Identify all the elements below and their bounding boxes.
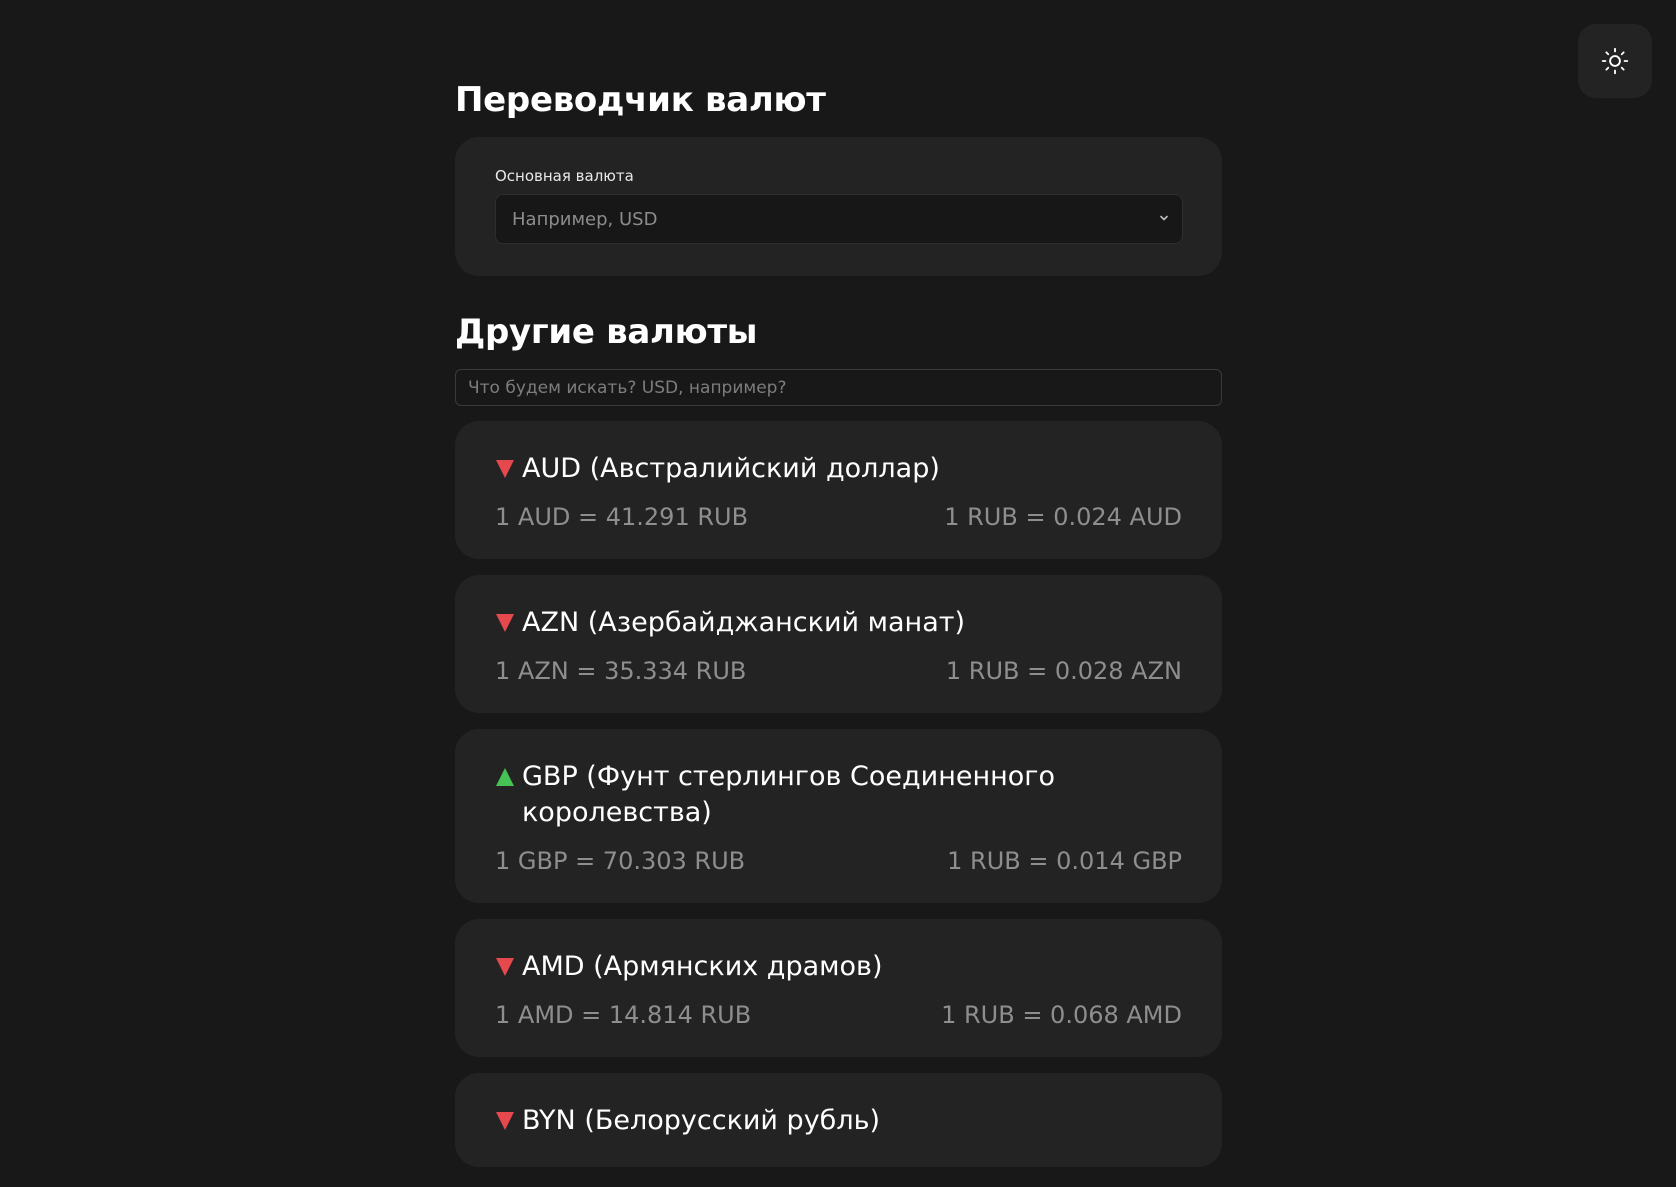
currency-name: AUD (Австралийский доллар) — [522, 453, 940, 484]
currency-card[interactable]: BYN (Белорусский рубль) — [455, 1073, 1222, 1167]
currency-list: AUD (Австралийский доллар) 1 AUD = 41.291… — [455, 421, 1222, 1183]
base-currency-card: Основная валюта Например, USD — [455, 137, 1222, 276]
rate-to-rub: 1 AUD = 41.291 RUB — [495, 503, 749, 531]
section-title-other-currencies: Другие валюты — [455, 312, 758, 352]
currency-title: AMD (Армянских драмов) — [495, 949, 1182, 985]
triangle-down-icon — [496, 614, 514, 632]
currency-title: GBP (Фунт стерлингов Соединенного короле… — [495, 759, 1182, 831]
rate-from-rub: 1 RUB = 0.028 AZN — [945, 657, 1182, 685]
currency-card[interactable]: AZN (Азербайджанский манат) 1 AZN = 35.33… — [455, 575, 1222, 713]
currency-rates: 1 AMD = 14.814 RUB 1 RUB = 0.068 AMD — [495, 1001, 1182, 1029]
base-currency-label: Основная валюта — [495, 167, 634, 185]
triangle-down-icon — [496, 460, 514, 478]
currency-rates: 1 AZN = 35.334 RUB 1 RUB = 0.028 AZN — [495, 657, 1182, 685]
rate-to-rub: 1 GBP = 70.303 RUB — [495, 847, 746, 875]
currency-name: BYN (Белорусский рубль) — [522, 1105, 881, 1136]
page-title: Переводчик валют — [455, 80, 826, 120]
triangle-down-icon — [496, 1112, 514, 1130]
sun-icon — [1601, 47, 1629, 75]
base-currency-select[interactable]: Например, USD — [495, 194, 1183, 244]
currency-search-input[interactable] — [455, 369, 1222, 406]
currency-rates: 1 GBP = 70.303 RUB 1 RUB = 0.014 GBP — [495, 847, 1182, 875]
rate-to-rub: 1 AMD = 14.814 RUB — [495, 1001, 752, 1029]
currency-card[interactable]: AMD (Армянских драмов) 1 AMD = 14.814 RUB… — [455, 919, 1222, 1057]
currency-title: BYN (Белорусский рубль) — [495, 1103, 1182, 1139]
chevron-down-icon — [1160, 215, 1168, 221]
rate-from-rub: 1 RUB = 0.014 GBP — [947, 847, 1182, 875]
currency-card[interactable]: AUD (Австралийский доллар) 1 AUD = 41.291… — [455, 421, 1222, 559]
currency-name: AZN (Азербайджанский манат) — [522, 607, 965, 638]
currency-name: GBP (Фунт стерлингов Соединенного короле… — [522, 761, 1055, 828]
triangle-up-icon — [496, 768, 514, 786]
rate-from-rub: 1 RUB = 0.024 AUD — [944, 503, 1182, 531]
currency-title: AUD (Австралийский доллар) — [495, 451, 1182, 487]
currency-title: AZN (Азербайджанский манат) — [495, 605, 1182, 641]
currency-card[interactable]: GBP (Фунт стерлингов Соединенного короле… — [455, 729, 1222, 903]
theme-toggle-button[interactable] — [1578, 24, 1652, 98]
triangle-down-icon — [496, 958, 514, 976]
currency-name: AMD (Армянских драмов) — [522, 951, 883, 982]
rate-to-rub: 1 AZN = 35.334 RUB — [495, 657, 747, 685]
base-currency-placeholder: Например, USD — [512, 208, 658, 230]
rate-from-rub: 1 RUB = 0.068 AMD — [941, 1001, 1182, 1029]
currency-rates: 1 AUD = 41.291 RUB 1 RUB = 0.024 AUD — [495, 503, 1182, 531]
